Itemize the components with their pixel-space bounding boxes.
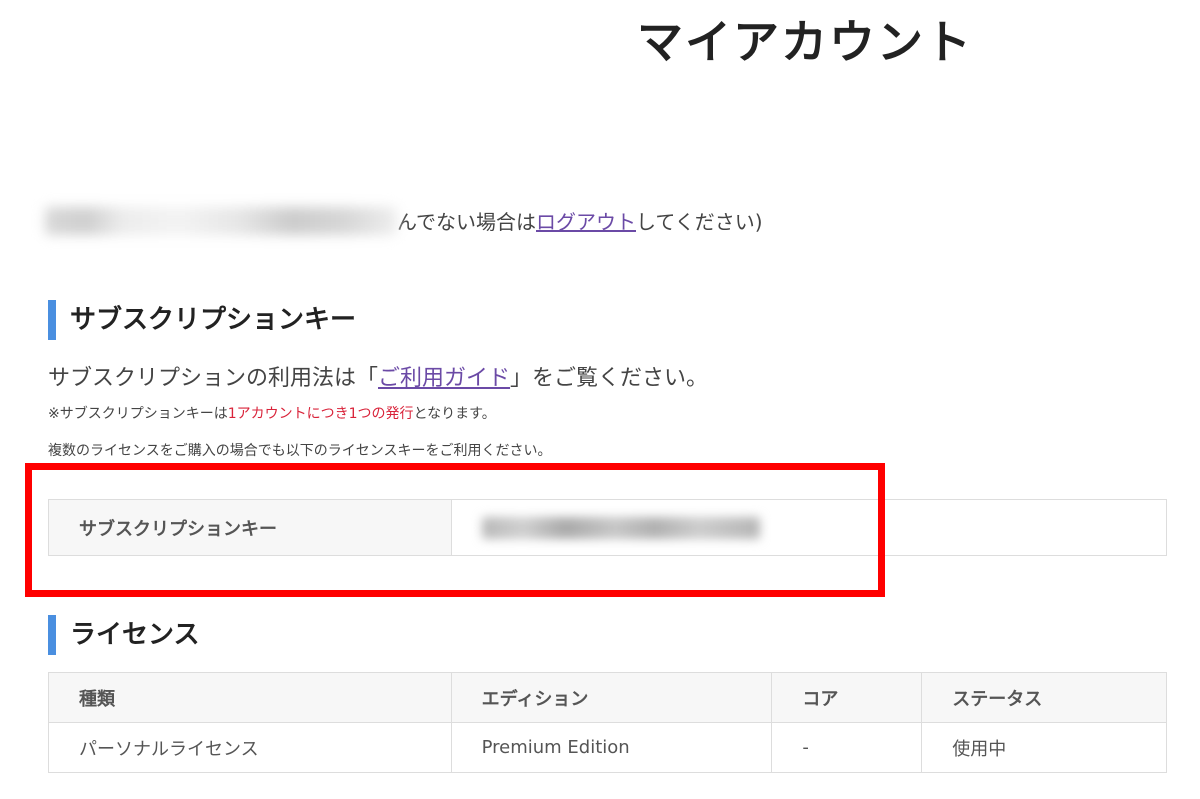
column-header-core: コア <box>771 672 923 723</box>
note1-emphasis: 1アカウントにつき1つの発行 <box>227 406 414 422</box>
blurred-key <box>482 516 760 539</box>
license-table-header-row: 種類 エディション コア ステータス <box>48 672 1167 723</box>
logout-link[interactable]: ログアウト <box>536 206 636 235</box>
subscription-key-table: サブスクリプションキー <box>48 499 1167 556</box>
usage-guide-link[interactable]: ご利用ガイド <box>378 366 510 391</box>
subscription-key-heading: サブスクリプションキー <box>48 300 356 340</box>
guide-suffix: 」をご覧ください。 <box>510 366 709 391</box>
multiple-license-note: 複数のライセンスをご購入の場合でも以下のライセンスキーをご利用ください。 <box>48 443 552 459</box>
page-title: マイアカウント <box>637 15 973 69</box>
subscription-key-label: サブスクリプションキー <box>49 500 452 555</box>
license-table: 種類 エディション コア ステータス パーソナルライセンス Premium Ed… <box>48 672 1167 773</box>
license-status-cell: 使用中 <box>921 722 1167 773</box>
note1-suffix: となります。 <box>413 406 496 422</box>
blurred-username <box>45 206 397 235</box>
note1-prefix: ※サブスクリプションキーは <box>48 406 228 422</box>
license-edition-cell: Premium Edition <box>450 722 773 773</box>
license-core-cell: - <box>771 722 923 773</box>
my-account-page: マイアカウント んでない場合は ログアウト してください) サブスクリプションキ… <box>0 0 1200 799</box>
usage-guide-text: サブスクリプションの利用法は「ご利用ガイド」をご覧ください。 <box>48 360 708 392</box>
subscription-key-value[interactable] <box>452 500 1166 555</box>
greeting-suffix: んでない場合は <box>397 210 536 234</box>
column-header-edition: エディション <box>450 672 773 723</box>
license-type-cell: パーソナルライセンス <box>48 722 452 773</box>
one-key-per-account-note: ※サブスクリプションキーは1アカウントにつき1つの発行となります。 <box>48 403 496 423</box>
license-heading: ライセンス <box>48 615 199 655</box>
table-row: パーソナルライセンス Premium Edition - 使用中 <box>48 722 1167 773</box>
greeting-message: んでない場合は ログアウト してください) <box>45 206 763 235</box>
guide-prefix: サブスクリプションの利用法は「 <box>48 366 379 391</box>
column-header-type: 種類 <box>48 672 452 723</box>
column-header-status: ステータス <box>921 672 1167 723</box>
greeting-tail: してください) <box>636 210 763 234</box>
